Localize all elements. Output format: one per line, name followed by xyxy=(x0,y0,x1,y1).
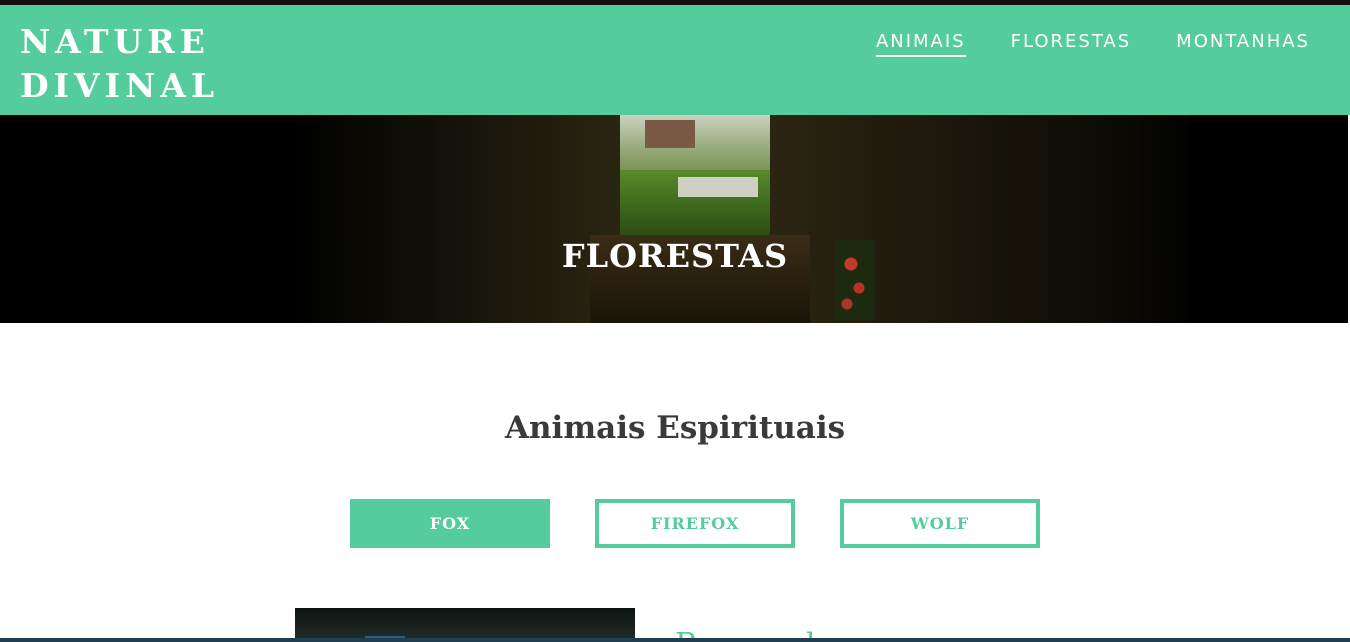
card-image xyxy=(295,608,635,642)
hero-right-hedge xyxy=(770,115,1190,323)
hero-background-image xyxy=(290,115,1190,323)
section-title: Animais Espirituais xyxy=(504,410,846,446)
nav-item-montanhas[interactable]: MONTANHAS xyxy=(1176,31,1310,57)
hero-banner: FLORESTAS xyxy=(0,115,1350,323)
hero-wall xyxy=(678,177,758,197)
main-nav: ANIMAIS FLORESTAS MONTANHAS xyxy=(875,31,1310,57)
tab-wolf[interactable]: WOLF xyxy=(840,499,1040,548)
nav-item-animais[interactable]: ANIMAIS xyxy=(875,31,966,57)
hero-title: FLORESTAS xyxy=(561,237,789,275)
brand-line-1: NATURE xyxy=(20,22,210,61)
site-header: NATURE DIVINAL ANIMAIS FLORESTAS MONTANH… xyxy=(0,5,1350,115)
nav-item-florestas[interactable]: FLORESTAS xyxy=(1011,31,1132,57)
tab-fox[interactable]: FOX xyxy=(350,499,550,548)
hero-left-hedge xyxy=(290,115,620,323)
bottom-edge-line xyxy=(0,638,1350,642)
brand-line-2: DIVINAL xyxy=(20,66,220,105)
tab-firefox[interactable]: FIREFOX xyxy=(595,499,795,548)
animal-tabs: FOX FIREFOX WOLF xyxy=(350,499,1040,548)
site-logo[interactable]: NATURE DIVINAL xyxy=(20,20,219,108)
hero-building xyxy=(645,120,695,148)
